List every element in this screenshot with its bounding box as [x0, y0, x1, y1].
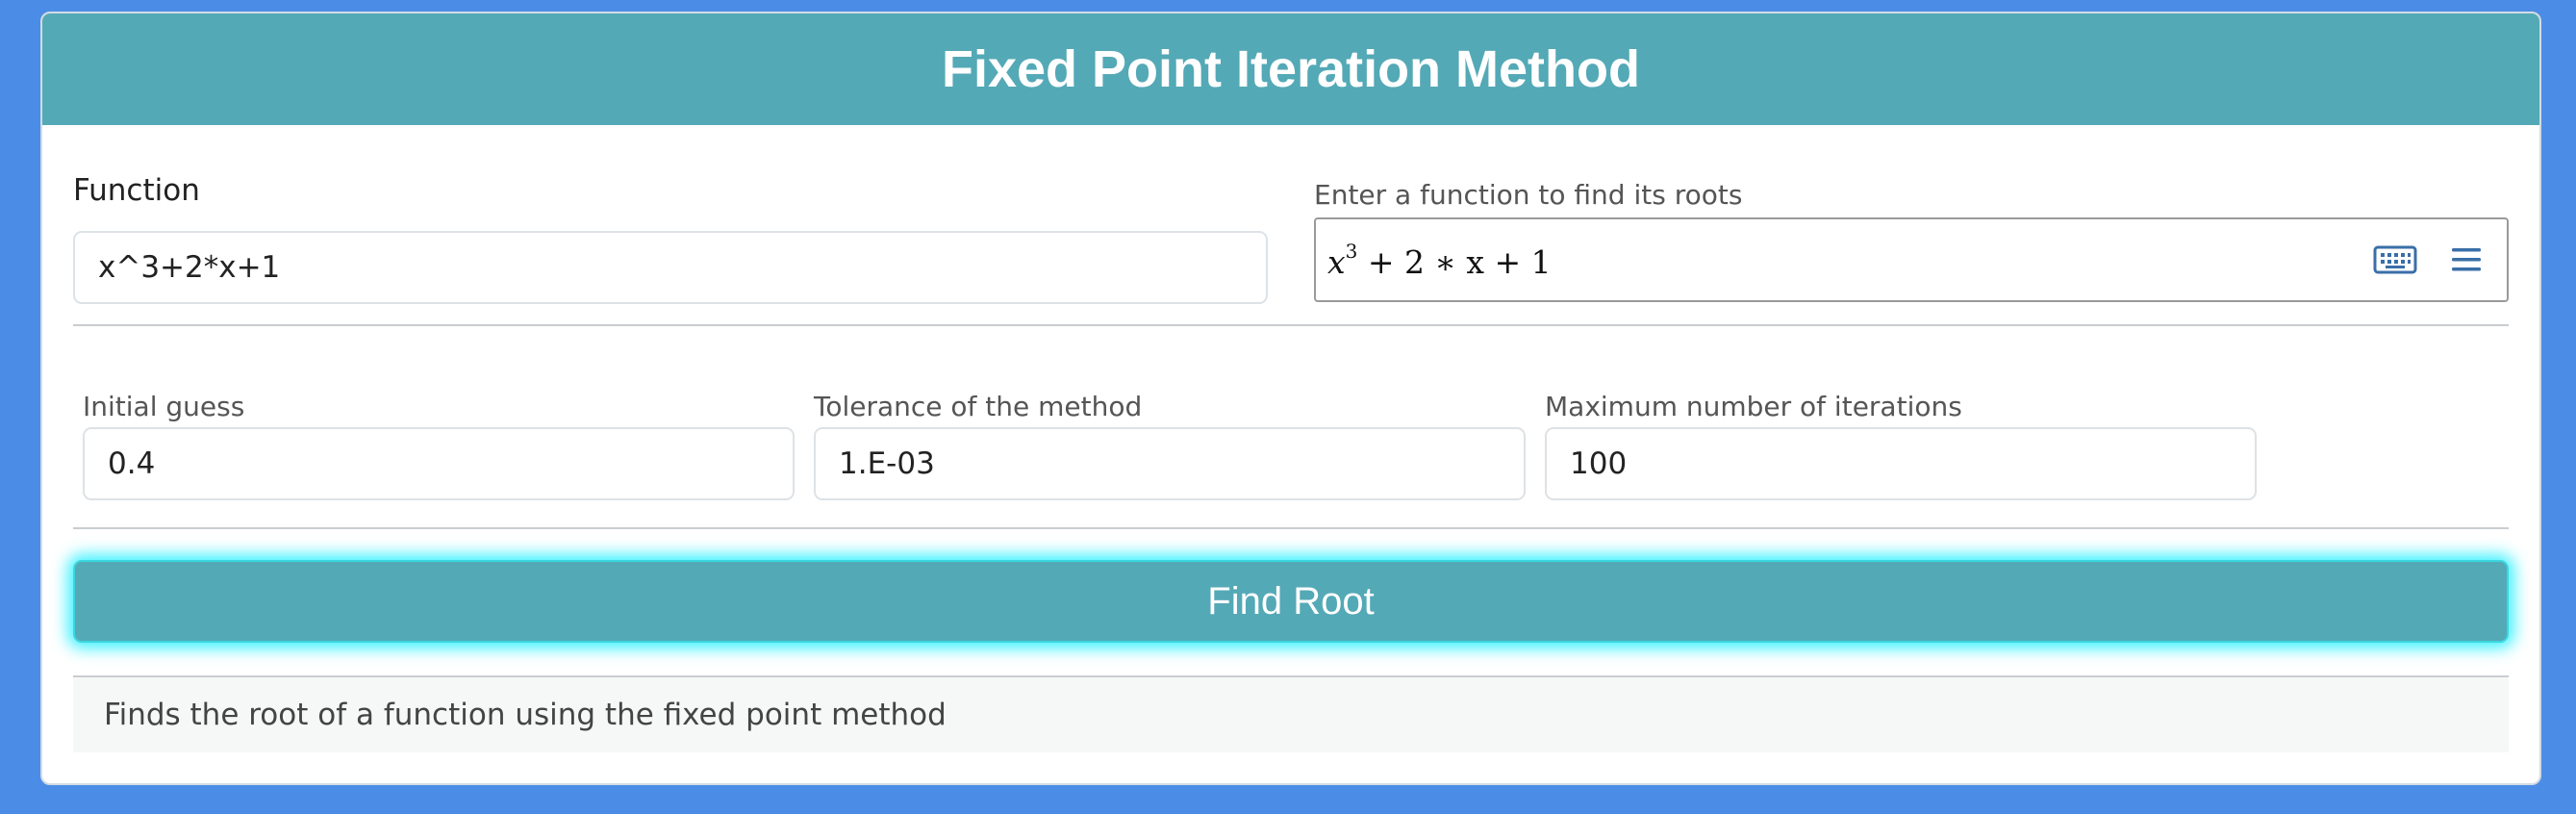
- hamburger-menu-icon[interactable]: [2437, 231, 2495, 289]
- card-footer: Finds the root of a function using the f…: [73, 675, 2509, 752]
- function-label: Function: [73, 173, 200, 208]
- main-card: Fixed Point Iteration Method Function x^…: [40, 12, 2541, 785]
- divider: [73, 527, 2509, 529]
- footer-description: Finds the root of a function using the f…: [104, 698, 947, 732]
- function-row: Function x^3+2*x+1 Enter a function to f…: [42, 125, 2539, 337]
- function-input-value: x^3+2*x+1: [98, 250, 281, 285]
- math-expression: x3 + 2 ∗ x + 1: [1327, 240, 2353, 281]
- initial-guess-value: 0.4: [108, 446, 156, 481]
- function-hint-label: Enter a function to find its roots: [1314, 179, 1743, 211]
- card-header: Fixed Point Iteration Method: [42, 13, 2539, 125]
- find-root-button[interactable]: Find Root: [73, 560, 2509, 643]
- math-rest: + 2 ∗ x + 1: [1367, 242, 1552, 281]
- max-iterations-input[interactable]: 100: [1545, 427, 2257, 500]
- max-iterations-label: Maximum number of iterations: [1545, 391, 1962, 422]
- initial-guess-label: Initial guess: [83, 391, 245, 422]
- keyboard-icon[interactable]: [2366, 231, 2424, 289]
- divider: [73, 324, 2509, 326]
- math-field[interactable]: x3 + 2 ∗ x + 1: [1314, 217, 2509, 302]
- math-exponent: 3: [1345, 239, 1358, 263]
- math-base: x: [1327, 242, 1346, 281]
- initial-guess-input[interactable]: 0.4: [83, 427, 795, 500]
- tolerance-input[interactable]: 1.E-03: [814, 427, 1526, 500]
- find-root-label: Find Root: [1207, 579, 1375, 623]
- function-input[interactable]: x^3+2*x+1: [73, 231, 1268, 304]
- tolerance-value: 1.E-03: [839, 446, 935, 481]
- page-title: Fixed Point Iteration Method: [942, 40, 1640, 98]
- max-iterations-value: 100: [1570, 446, 1628, 481]
- tolerance-label: Tolerance of the method: [814, 391, 1143, 422]
